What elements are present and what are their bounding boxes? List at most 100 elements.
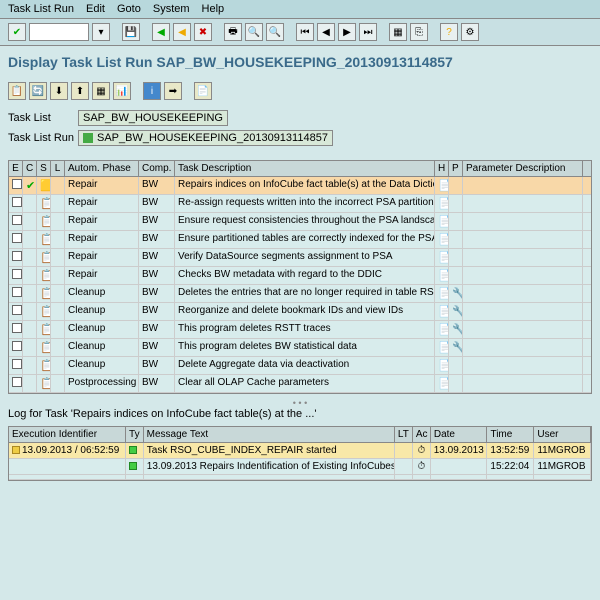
table-row[interactable]: 📋RepairBWVerify DataSource segments assi… <box>9 249 591 267</box>
col-s[interactable]: S <box>37 161 51 176</box>
row-checkbox[interactable] <box>12 287 22 297</box>
param-icon[interactable]: 🔧 <box>452 342 463 354</box>
param-icon[interactable]: 🔧 <box>452 324 463 336</box>
row-checkbox[interactable] <box>12 269 22 279</box>
row-checkbox[interactable] <box>12 341 22 351</box>
help-icon[interactable]: ? <box>440 23 458 41</box>
doc-icon[interactable]: 📄 <box>438 252 449 264</box>
first-page-icon[interactable]: ⏮ <box>296 23 314 41</box>
doc-icon[interactable]: 📄 <box>438 324 449 336</box>
cancel-icon[interactable]: ✖ <box>194 23 212 41</box>
col-desc[interactable]: Task Description <box>175 161 435 176</box>
tasklistrun-label: Task List Run <box>8 132 78 144</box>
last-page-icon[interactable]: ⏭ <box>359 23 377 41</box>
logcol-msg[interactable]: Message Text <box>144 427 395 442</box>
doc-icon[interactable]: 📄 <box>438 306 449 318</box>
col-comp[interactable]: Comp. <box>139 161 175 176</box>
find-next-icon[interactable]: 🔍 <box>266 23 284 41</box>
col-e[interactable]: E <box>9 161 23 176</box>
table-row[interactable]: 📋CleanupBWReorganize and delete bookmark… <box>9 303 591 321</box>
info-icon[interactable]: i <box>143 82 161 100</box>
table-row[interactable]: ✔🟨RepairBWRepairs indices on InfoCube fa… <box>9 177 591 195</box>
shortcut-icon[interactable]: ⎘ <box>410 23 428 41</box>
status-icon: 📋 <box>40 270 51 282</box>
table-row[interactable]: 📋RepairBWEnsure request consistencies th… <box>9 213 591 231</box>
param-icon[interactable]: 🔧 <box>452 306 463 318</box>
log-row[interactable]: 13.09.2013 / 06:52:59Task RSO_CUBE_INDEX… <box>9 443 591 459</box>
new-session-icon[interactable]: ▦ <box>389 23 407 41</box>
logcol-time[interactable]: Time <box>487 427 534 442</box>
table-row[interactable]: 📋CleanupBWDelete Aggregate data via deac… <box>9 357 591 375</box>
dropdown-icon[interactable]: ▾ <box>92 23 110 41</box>
row-checkbox[interactable] <box>12 359 22 369</box>
tool-icon-6[interactable]: 📊 <box>113 82 131 100</box>
doc-icon[interactable]: 📄 <box>438 180 449 192</box>
param-icon[interactable]: 🔧 <box>452 288 463 300</box>
col-p[interactable]: P <box>449 161 463 176</box>
tool-icon-5[interactable]: ▦ <box>92 82 110 100</box>
doc-icon[interactable]: 📄 <box>438 288 449 300</box>
table-row[interactable]: 📋RepairBWChecks BW metadata with regard … <box>9 267 591 285</box>
tool-icon-3[interactable]: ⬇ <box>50 82 68 100</box>
menu-system[interactable]: System <box>153 3 190 15</box>
table-row[interactable]: 📋CleanupBWThis program deletes RSTT trac… <box>9 321 591 339</box>
doc-icon[interactable]: 📄 <box>438 198 449 210</box>
layout-icon[interactable]: ⚙ <box>461 23 479 41</box>
logcol-exec[interactable]: Execution Identifier <box>9 427 126 442</box>
row-checkbox[interactable] <box>12 179 22 189</box>
doc-icon[interactable]: 📄 <box>438 216 449 228</box>
print-icon[interactable]: 🖶 <box>224 23 242 41</box>
menu-goto[interactable]: Goto <box>117 3 141 15</box>
col-l[interactable]: L <box>51 161 65 176</box>
yellow-status-icon <box>12 446 20 454</box>
logcol-date[interactable]: Date <box>431 427 488 442</box>
tool-icon-9[interactable]: 📄 <box>194 82 212 100</box>
doc-icon[interactable]: 📄 <box>438 270 449 282</box>
menu-help[interactable]: Help <box>202 3 225 15</box>
row-checkbox[interactable] <box>12 377 22 387</box>
tool-icon-1[interactable]: 📋 <box>8 82 26 100</box>
doc-icon[interactable]: 📄 <box>438 342 449 354</box>
task-grid: E C S L Autom. Phase Comp. Task Descript… <box>8 160 592 394</box>
col-h[interactable]: H <box>435 161 449 176</box>
row-checkbox[interactable] <box>12 305 22 315</box>
row-checkbox[interactable] <box>12 215 22 225</box>
menu-tasklistrun[interactable]: Task List Run <box>8 3 74 15</box>
command-field[interactable] <box>29 23 89 41</box>
exit-icon[interactable]: ◀ <box>173 23 191 41</box>
table-row[interactable]: 📋CleanupBWDeletes the entries that are n… <box>9 285 591 303</box>
doc-icon[interactable]: 📄 <box>438 378 449 390</box>
log-row[interactable] <box>9 475 591 480</box>
menu-edit[interactable]: Edit <box>86 3 105 15</box>
find-icon[interactable]: 🔍 <box>245 23 263 41</box>
col-c[interactable]: C <box>23 161 37 176</box>
doc-icon[interactable]: 📄 <box>438 234 449 246</box>
row-checkbox[interactable] <box>12 197 22 207</box>
col-param[interactable]: Parameter Description <box>463 161 583 176</box>
header-form: Task List SAP_BW_HOUSEKEEPING Task List … <box>0 104 600 156</box>
tool-icon-4[interactable]: ⬆ <box>71 82 89 100</box>
next-page-icon[interactable]: ▶ <box>338 23 356 41</box>
table-row[interactable]: 📋PostprocessingBWClear all OLAP Cache pa… <box>9 375 591 393</box>
log-row[interactable]: 13.09.2013 Repairs Indentification of Ex… <box>9 459 591 475</box>
logcol-type[interactable]: Ty <box>126 427 144 442</box>
row-checkbox[interactable] <box>12 233 22 243</box>
row-checkbox[interactable] <box>12 251 22 261</box>
tool-icon-8[interactable]: ➡ <box>164 82 182 100</box>
table-row[interactable]: 📋CleanupBWThis program deletes BW statis… <box>9 339 591 357</box>
table-row[interactable]: 📋RepairBWEnsure partitioned tables are c… <box>9 231 591 249</box>
prev-page-icon[interactable]: ◀ <box>317 23 335 41</box>
doc-icon[interactable]: 📄 <box>438 360 449 372</box>
col-phase[interactable]: Autom. Phase <box>65 161 139 176</box>
save-icon[interactable]: 💾 <box>122 23 140 41</box>
green-status-icon <box>129 462 137 470</box>
logcol-lt[interactable]: LT <box>395 427 413 442</box>
tool-icon-2[interactable]: 🔄 <box>29 82 47 100</box>
row-checkbox[interactable] <box>12 323 22 333</box>
logcol-user[interactable]: User <box>534 427 591 442</box>
table-row[interactable]: 📋RepairBWRe-assign requests written into… <box>9 195 591 213</box>
logcol-ac[interactable]: Ac <box>413 427 431 442</box>
task-grid-body: ✔🟨RepairBWRepairs indices on InfoCube fa… <box>9 177 591 393</box>
ok-icon[interactable]: ✔ <box>8 23 26 41</box>
back-icon[interactable]: ◀ <box>152 23 170 41</box>
